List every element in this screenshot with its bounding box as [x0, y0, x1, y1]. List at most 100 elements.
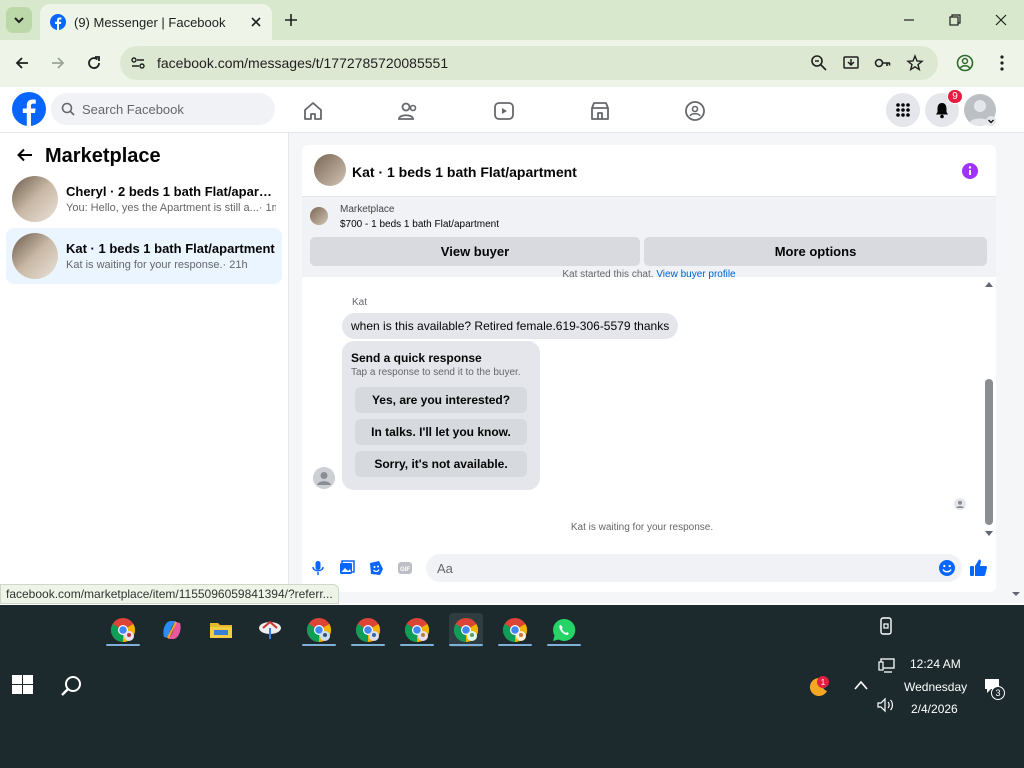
search-icon[interactable] [60, 674, 84, 698]
search-placeholder: Search Facebook [82, 101, 184, 117]
taskbar-running-indicator [106, 644, 140, 646]
view-buyer-button[interactable]: View buyer [310, 237, 640, 266]
marketplace-inbox-panel: Marketplace Cheryl · 2 beds 1 bath Flat/… [0, 133, 289, 603]
quick-response-button[interactable]: Sorry, it's not available. [355, 451, 527, 477]
tab-search-button[interactable] [6, 7, 32, 33]
seen-avatar-icon [954, 498, 966, 510]
facebook-logo-icon[interactable] [12, 92, 46, 126]
taskbar-app[interactable] [253, 613, 287, 647]
video-icon[interactable] [493, 100, 515, 122]
taskbar-chrome-profile-6[interactable] [498, 613, 532, 647]
account-chevron-icon[interactable] [986, 116, 996, 126]
gif-icon[interactable]: GIF [397, 560, 413, 576]
conversation-preview: Kat is waiting for your response. [66, 259, 223, 271]
quick-response-title: Send a quick response [351, 351, 482, 365]
listing-title[interactable]: $700 - 1 beds 1 bath Flat/apartment [340, 219, 499, 230]
marketplace-label: Marketplace [340, 204, 395, 215]
groups-icon[interactable] [684, 100, 706, 122]
conversation-item[interactable]: Cheryl · 2 beds 1 bath Flat/apartm... Yo… [6, 171, 282, 227]
restore-icon[interactable] [945, 10, 965, 30]
notification-badge: 9 [947, 89, 963, 104]
profile-icon[interactable] [956, 54, 974, 72]
home-icon[interactable] [302, 100, 324, 122]
phone-link-icon[interactable] [877, 617, 895, 635]
address-bar-row: facebook.com/messages/t/1772785720085551 [0, 40, 1024, 87]
password-key-icon[interactable] [874, 54, 892, 72]
search-facebook-input[interactable]: Search Facebook [51, 93, 275, 125]
conversation-item-active[interactable]: Kat · 1 beds 1 bath Flat/apartment Kat i… [6, 228, 282, 284]
network-icon[interactable] [878, 658, 896, 674]
close-window-icon[interactable] [991, 10, 1011, 30]
forward-arrow-icon[interactable] [49, 54, 67, 72]
minimize-icon[interactable] [899, 10, 919, 30]
taskbar-file-explorer[interactable] [204, 613, 238, 647]
volume-icon[interactable] [876, 697, 896, 713]
clock-time[interactable]: 12:24 AM [910, 657, 961, 671]
conversation-time: · 21h [222, 259, 248, 271]
taskbar-chrome-profile-5-active[interactable] [449, 613, 483, 647]
like-thumb-icon[interactable] [969, 558, 988, 577]
menu-button[interactable] [886, 93, 920, 127]
conversation-time: · 1m [258, 202, 276, 214]
more-options-button[interactable]: More options [644, 237, 987, 266]
sender-name: Kat [352, 297, 368, 308]
message-list: Kat when is this available? Retired fema… [302, 277, 996, 547]
taskbar-whatsapp[interactable] [547, 613, 581, 647]
reload-icon[interactable] [85, 54, 103, 72]
chat-avatar[interactable] [314, 154, 346, 186]
chevron-up-icon[interactable] [853, 679, 869, 691]
friends-icon[interactable] [397, 100, 419, 122]
incoming-message[interactable]: when is this available? Retired female.6… [342, 313, 679, 339]
sticker-icon[interactable] [368, 560, 384, 576]
chrome-icon [355, 618, 381, 642]
facebook-header: Search Facebook [0, 87, 1024, 133]
taskbar-chrome-profile-3[interactable] [351, 613, 385, 647]
clock-day[interactable]: Wednesday [904, 680, 967, 694]
chat-title[interactable]: Kat · 1 beds 1 bath Flat/apartment [352, 164, 577, 180]
taskbar-copilot[interactable] [155, 613, 189, 647]
notification-count-badge: 3 [991, 686, 1005, 700]
listing-thumbnail [12, 233, 58, 279]
new-tab-icon[interactable] [281, 10, 301, 30]
chrome-icon [453, 618, 479, 642]
taskbar-running-indicator [351, 644, 385, 646]
site-settings-icon[interactable] [130, 55, 146, 71]
quick-response-subtitle: Tap a response to send it to the buyer. [351, 367, 521, 378]
taskbar-chrome-profile-4[interactable] [400, 613, 434, 647]
windows-start-icon[interactable] [12, 675, 34, 695]
app-icon [259, 620, 281, 639]
bookmark-star-icon[interactable] [906, 54, 924, 72]
message-input[interactable]: Aa [426, 554, 962, 582]
back-arrow-icon[interactable] [16, 146, 34, 164]
emoji-icon[interactable] [938, 559, 956, 577]
taskbar-chrome-profile-2[interactable] [302, 613, 336, 647]
install-app-icon[interactable] [842, 54, 860, 72]
taskbar-running-indicator [547, 644, 581, 646]
folder-icon [210, 623, 232, 638]
quick-response-button[interactable]: In talks. I'll let you know. [355, 419, 527, 445]
marketplace-icon[interactable] [589, 100, 611, 122]
chat-window: Kat · 1 beds 1 bath Flat/apartment Marke… [302, 145, 996, 592]
url-input[interactable]: facebook.com/messages/t/1772785720085551 [120, 46, 938, 80]
whatsapp-icon [553, 618, 576, 641]
zoom-icon[interactable] [810, 54, 828, 72]
chrome-icon [306, 618, 332, 642]
chrome-menu-icon[interactable] [993, 54, 1011, 72]
facebook-favicon-icon [50, 14, 66, 30]
close-tab-icon[interactable] [250, 16, 262, 28]
page-scroll-down-icon[interactable] [1011, 590, 1021, 598]
tab-title: (9) Messenger | Facebook [74, 14, 226, 30]
svg-text:GIF: GIF [400, 567, 410, 573]
sender-avatar-icon[interactable] [313, 467, 335, 489]
back-arrow-icon[interactable] [13, 54, 31, 72]
taskbar-chrome-profile-1[interactable] [106, 613, 140, 647]
microphone-icon[interactable] [310, 560, 326, 576]
browser-tab[interactable]: (9) Messenger | Facebook [40, 4, 272, 40]
clock-date[interactable]: 2/4/2026 [911, 702, 958, 716]
photo-icon[interactable] [339, 560, 355, 576]
panel-heading: Marketplace [45, 145, 161, 167]
info-icon[interactable] [961, 162, 979, 180]
chat-scrollbar[interactable] [983, 279, 995, 543]
quick-response-button[interactable]: Yes, are you interested? [355, 387, 527, 413]
conversation-title: Cheryl · 2 beds 1 bath Flat/apartm... [66, 184, 276, 199]
